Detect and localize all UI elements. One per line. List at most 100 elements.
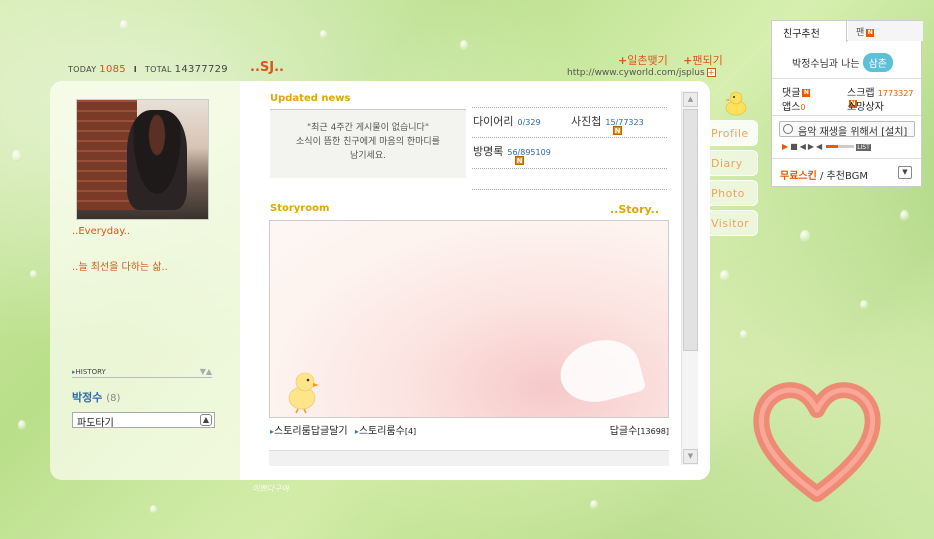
chon-text: 박정수님과 나는 (792, 59, 860, 70)
story-reply-label: 스토리룸답글달기 (274, 426, 348, 437)
new-badge-icon: N (802, 89, 811, 97)
water-drop (12, 150, 21, 162)
chon-badge[interactable]: 삼촌 (862, 53, 893, 72)
owner-name: 박정수 (8) (72, 389, 120, 405)
url-line: http://www.cyworld.com/jsplus + (567, 68, 716, 78)
water-drop (150, 505, 157, 514)
scrap-value: 1773327 (877, 89, 914, 98)
diary-label: 다이어리 (473, 115, 514, 128)
top-links: +일촌맺기 +팬되기 (618, 52, 735, 68)
scroll-down-icon[interactable]: ▼ (683, 449, 698, 464)
photo-stat[interactable]: 사진첩 15/77323 (571, 113, 644, 129)
history-toggle-icon[interactable]: ▼▲ (200, 367, 212, 376)
scroll-up-icon[interactable]: ▲ (683, 92, 698, 107)
chevron-down-icon[interactable]: ▼ (898, 166, 912, 179)
divider (472, 168, 667, 169)
playlist-button[interactable]: LIST (856, 144, 871, 151)
water-drop (320, 30, 327, 39)
tab-friend-recommend[interactable]: 친구추천 (772, 21, 847, 42)
ilchon-link[interactable]: +일촌맺기 (618, 54, 674, 67)
owner-name-text: 박정수 (72, 391, 103, 404)
water-drop (590, 500, 598, 510)
total-label: TOTAL (144, 65, 172, 74)
counter-separator: I (133, 65, 138, 74)
friend-widget: 친구추천 팬N 박정수님과 나는 삼촌 댓글 N 스크랩 1773327N 앱스0 … (771, 20, 923, 187)
volume-icon: ◀ (816, 142, 825, 151)
story-count-label: 스토리룸수 (358, 426, 405, 437)
tab-fan-label: 팬 (856, 28, 865, 38)
player-controls: ▶■◀▶◀ LIST (782, 142, 871, 151)
photo-person (127, 110, 187, 210)
water-drop (120, 20, 128, 30)
bgm-label: / 추천BGM (820, 171, 869, 182)
fan-link[interactable]: +팬되기 (683, 54, 729, 67)
scroll-thumb[interactable] (683, 109, 698, 351)
volume-fill (826, 145, 839, 148)
reply-count-label: 답글수 (609, 426, 638, 437)
diary-value: 0/329 (517, 118, 541, 127)
profile-photo[interactable] (76, 99, 209, 220)
storyroom-image[interactable] (269, 220, 669, 418)
surf-select[interactable]: 파도타기 ▲ (72, 412, 215, 429)
plus-icon[interactable]: + (706, 68, 716, 77)
updated-news-line: "최근 4주간 게시물이 없습니다" (307, 123, 429, 133)
divider (772, 78, 921, 79)
next-icon[interactable]: ▶ (808, 142, 816, 151)
wish-box-link[interactable]: 소망상자 (847, 98, 884, 113)
homepage-url[interactable]: http://www.cyworld.com/jsplus (567, 68, 705, 78)
volume-slider[interactable] (826, 145, 855, 148)
ilchon-link-label: 일촌맺기 (627, 54, 668, 67)
reply-count: 답글수[13698] (610, 422, 669, 437)
tab-diary[interactable]: Diary (710, 150, 758, 176)
music-player-bar[interactable]: 음악 재생을 위해서 [설치] (779, 121, 915, 138)
water-drop (720, 270, 729, 282)
chon-relation: 박정수님과 나는 삼촌 (792, 53, 893, 72)
updated-news-title: Updated news (270, 93, 351, 104)
apps-label: 앱스 (782, 102, 801, 113)
profile-tagline: ..Everyday.. (72, 226, 131, 237)
story-reply-link[interactable]: ▸스토리룸답글달기 (270, 426, 348, 437)
water-drop (30, 270, 37, 279)
chevron-up-icon[interactable]: ▲ (200, 414, 212, 426)
diary-stat[interactable]: 다이어리 0/329 (473, 113, 541, 129)
story-count-link[interactable]: ▸스토리룸수[4] (355, 426, 416, 437)
player-text: 음악 재생을 위해서 [설치] (798, 127, 908, 138)
tab-photo[interactable]: Photo (710, 180, 758, 206)
divider (772, 115, 921, 116)
divider (472, 107, 667, 108)
main-scrollbar[interactable]: ▲ ▼ (681, 91, 698, 465)
storyroom-footer: ▸스토리룸답글달기 ▸스토리룸수[4] 답글수[13698] (270, 422, 669, 437)
water-drop (860, 300, 868, 310)
updated-news-box: "최근 4주간 게시물이 없습니다" 소식이 뜸한 친구에게 마음의 한마디를 … (270, 109, 466, 178)
wing-decoration (553, 331, 647, 411)
duck-icon (288, 372, 319, 414)
storyroom-title: Storyroom (270, 203, 330, 214)
comment-link[interactable]: 댓글 N (782, 84, 811, 99)
water-drop (18, 420, 26, 431)
tab-fan[interactable]: 팬N (848, 21, 923, 41)
story-count-value: [4] (404, 427, 417, 436)
tab-visitor[interactable]: Visitor (710, 210, 758, 236)
guestbook-label: 방명록 (473, 145, 504, 158)
photo-value: 15/77323 (605, 118, 644, 127)
prev-icon[interactable]: ◀ (800, 142, 808, 151)
tab-profile[interactable]: Profile (710, 120, 758, 146)
history-label: HISTORY (75, 368, 106, 376)
new-badge-icon: N (515, 156, 524, 165)
story-link[interactable]: ..Story.. (610, 203, 659, 216)
water-drop (900, 210, 909, 222)
apps-link[interactable]: 앱스0 (782, 98, 806, 113)
water-drop (740, 330, 747, 339)
skin-bgm-selector[interactable]: 무료스킨 / 추천BGM (780, 167, 868, 182)
water-drop (800, 230, 810, 243)
today-label: TODAY (68, 65, 97, 74)
fan-link-label: 팬되기 (692, 54, 723, 67)
comment-strip (269, 450, 669, 466)
today-count: 1085 (99, 64, 126, 75)
total-count: 14377729 (174, 64, 228, 75)
duck-icon (725, 91, 747, 116)
play-icon[interactable]: ▶ (782, 142, 790, 151)
stop-icon[interactable]: ■ (790, 142, 800, 151)
updated-news-line: 소식이 뜸한 친구에게 마음의 한마디를 (296, 137, 440, 147)
guestbook-stat[interactable]: 방명록 56/895109 (473, 143, 551, 159)
